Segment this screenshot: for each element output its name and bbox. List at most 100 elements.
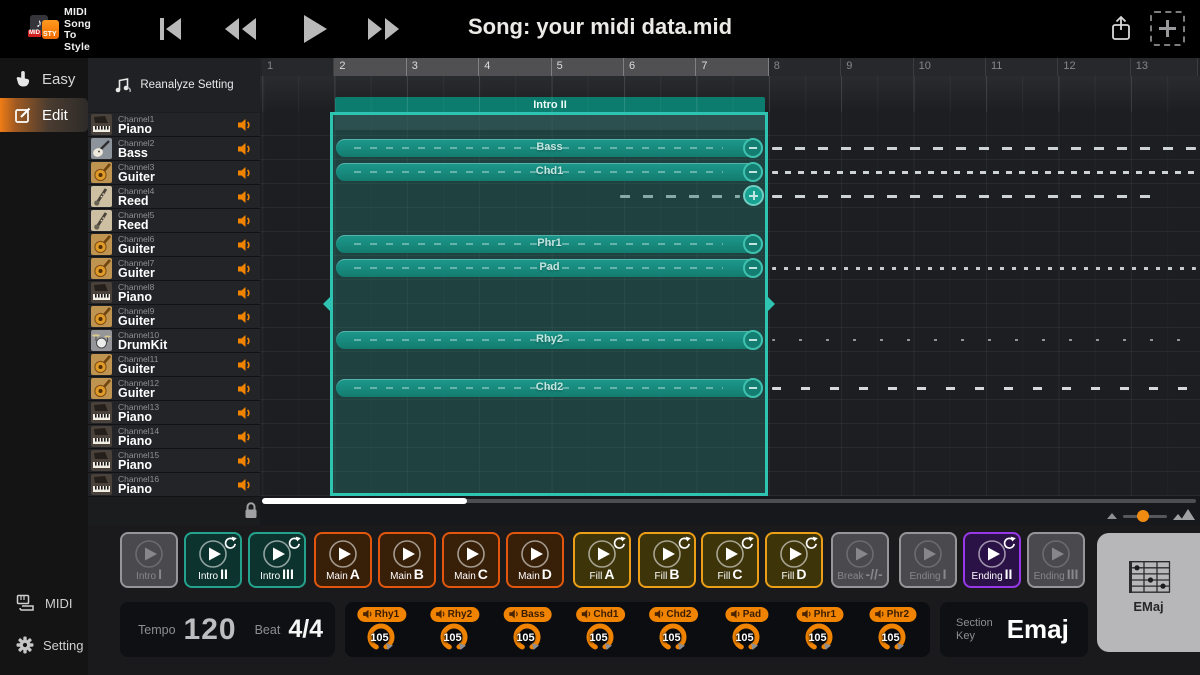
zoom-out-icon[interactable] — [1107, 513, 1117, 519]
ruler-measure[interactable]: 7 — [696, 58, 768, 76]
ruler-measure[interactable]: 3 — [407, 58, 479, 76]
volume-knob-phr2[interactable]: 105 — [877, 622, 909, 654]
tab-easy[interactable]: Easy — [0, 62, 88, 96]
track-row[interactable] — [260, 280, 1200, 304]
selection-right-handle[interactable] — [766, 295, 775, 313]
section-button-ending-i[interactable]: EndingI — [899, 532, 957, 588]
channel-row[interactable]: Channel1Piano — [88, 113, 260, 137]
ruler-measure[interactable]: 11 — [986, 58, 1058, 76]
channel-row[interactable]: Channel13Piano — [88, 401, 260, 425]
speaker-icon[interactable] — [237, 118, 252, 132]
volume-knob-phr1[interactable]: 105 — [804, 622, 836, 654]
channel-row[interactable]: Channel11Guiter — [88, 353, 260, 377]
remove-part-button[interactable] — [743, 378, 763, 398]
sidebar-item-midi[interactable]: MIDI — [0, 588, 88, 618]
speaker-icon[interactable] — [237, 286, 252, 300]
part-mute-button-bass[interactable]: Bass — [503, 607, 552, 622]
tab-edit[interactable]: Edit — [0, 98, 88, 132]
channel-row[interactable]: Channel6Guiter — [88, 233, 260, 257]
chord-panel[interactable]: EMaj — [1097, 533, 1200, 652]
track-row[interactable] — [260, 184, 1200, 208]
volume-knob-pad[interactable]: 105 — [731, 622, 763, 654]
channel-row[interactable]: Channel12Guiter — [88, 377, 260, 401]
speaker-icon[interactable] — [237, 238, 252, 252]
rewind-button[interactable] — [218, 12, 262, 46]
channel-row[interactable]: Channel2Bass — [88, 137, 260, 161]
ruler-measure[interactable]: 9 — [841, 58, 913, 76]
part-bar-phr1[interactable]: Phr1 — [336, 235, 763, 253]
section-button-ending-ii[interactable]: EndingII — [963, 532, 1021, 588]
volume-knob-chd2[interactable]: 105 — [658, 622, 690, 654]
remove-part-button[interactable] — [743, 258, 763, 278]
section-button-main-b[interactable]: MainB — [378, 532, 436, 588]
channel-row[interactable]: Channel10DrumKit — [88, 329, 260, 353]
part-mute-button-chd2[interactable]: Chd2 — [649, 607, 699, 622]
channel-row[interactable]: Channel3Guiter — [88, 161, 260, 185]
speaker-icon[interactable] — [237, 478, 252, 492]
speaker-icon[interactable] — [237, 406, 252, 420]
speaker-icon[interactable] — [237, 430, 252, 444]
section-button-fill-b[interactable]: FillB — [638, 532, 696, 588]
part-bar-rhy2[interactable]: Rhy2 — [336, 331, 763, 349]
channel-row[interactable]: Channel14Piano — [88, 425, 260, 449]
ruler-measure[interactable]: 4 — [479, 58, 551, 76]
speaker-icon[interactable] — [237, 454, 252, 468]
track-row[interactable] — [260, 304, 1200, 328]
channel-row[interactable]: Channel5Reed — [88, 209, 260, 233]
speaker-icon[interactable] — [237, 334, 252, 348]
channel-row[interactable]: Channel9Guiter — [88, 305, 260, 329]
track-row[interactable] — [260, 424, 1200, 448]
track-row[interactable] — [260, 208, 1200, 232]
ruler-measure[interactable]: 8 — [769, 58, 841, 76]
ruler-measure[interactable]: 6 — [624, 58, 696, 76]
part-bar-bass[interactable]: Bass — [336, 139, 763, 157]
track-row[interactable] — [260, 400, 1200, 424]
volume-knob-bass[interactable]: 105 — [512, 622, 544, 654]
speaker-icon[interactable] — [237, 310, 252, 324]
volume-knob-rhy1[interactable]: 105 — [366, 622, 398, 654]
part-mute-button-rhy2[interactable]: Rhy2 — [430, 607, 479, 622]
part-bar-pad[interactable]: Pad — [336, 259, 763, 277]
channel-row[interactable]: Channel8Piano — [88, 281, 260, 305]
remove-part-button[interactable] — [743, 234, 763, 254]
speaker-icon[interactable] — [237, 166, 252, 180]
part-mute-button-chd1[interactable]: Chd1 — [576, 607, 626, 622]
channel-row[interactable]: Channel15Piano — [88, 449, 260, 473]
speaker-icon[interactable] — [237, 142, 252, 156]
track-row[interactable] — [260, 472, 1200, 496]
ruler-measure[interactable]: 12 — [1058, 58, 1130, 76]
speaker-icon[interactable] — [237, 262, 252, 276]
track-row[interactable] — [260, 112, 1200, 136]
section-button-fill-d[interactable]: FillD — [765, 532, 823, 588]
part-bar-chd2[interactable]: Chd2 — [336, 379, 763, 397]
play-button[interactable] — [292, 12, 336, 46]
section-button-break[interactable]: Break-//- — [831, 532, 889, 588]
horizontal-scrollbar-thumb[interactable] — [262, 498, 467, 504]
fast-forward-button[interactable] — [362, 12, 406, 46]
speaker-icon[interactable] — [237, 382, 252, 396]
ruler-measure[interactable]: 2 — [334, 58, 406, 76]
sidebar-item-setting[interactable]: Setting — [0, 630, 88, 660]
section-button-intro-iii[interactable]: IntroIII — [248, 532, 306, 588]
zoom-slider-knob[interactable] — [1137, 510, 1149, 522]
speaker-icon[interactable] — [237, 358, 252, 372]
channel-row[interactable]: Channel16Piano — [88, 473, 260, 497]
ruler-measure[interactable]: 1 — [262, 58, 334, 76]
section-button-intro-i[interactable]: IntroI — [120, 532, 178, 588]
volume-knob-rhy2[interactable]: 105 — [439, 622, 471, 654]
section-button-fill-a[interactable]: FillA — [573, 532, 631, 588]
add-song-button[interactable] — [1150, 11, 1185, 46]
remove-part-button[interactable] — [743, 162, 763, 182]
zoom-slider[interactable] — [1123, 515, 1167, 518]
section-button-intro-ii[interactable]: IntroII — [184, 532, 242, 588]
part-bar-chd1[interactable]: Chd1 — [336, 163, 763, 181]
ruler-measure[interactable]: 13 — [1131, 58, 1198, 76]
speaker-icon[interactable] — [237, 190, 252, 204]
add-part-button[interactable] — [743, 185, 764, 206]
channel-row[interactable]: Channel4Reed — [88, 185, 260, 209]
section-button-main-d[interactable]: MainD — [506, 532, 564, 588]
section-button-main-a[interactable]: MainA — [314, 532, 372, 588]
volume-knob-chd1[interactable]: 105 — [585, 622, 617, 654]
section-button-ending-iii[interactable]: EndingIII — [1027, 532, 1085, 588]
skip-start-button[interactable] — [148, 12, 192, 46]
